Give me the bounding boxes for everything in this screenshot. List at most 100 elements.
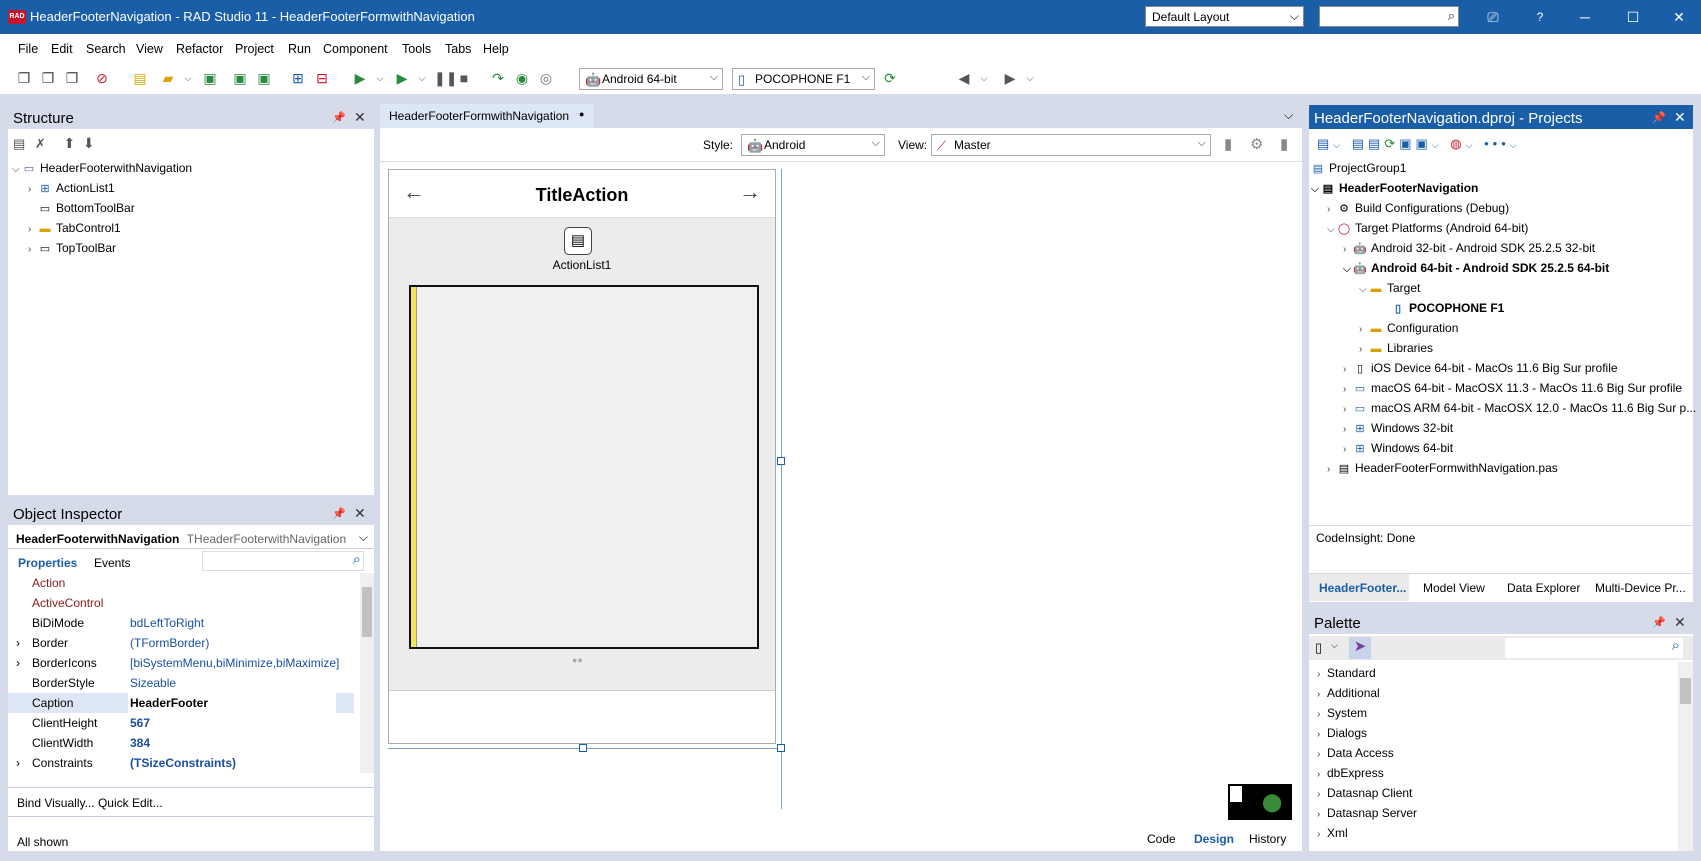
bind-visually-link[interactable]: Bind Visually... [17, 796, 95, 810]
quick-edit-link[interactable]: Quick Edit... [98, 796, 163, 810]
new-file-icon[interactable]: ▤ [132, 70, 148, 86]
delete-icon[interactable]: ✗ [35, 136, 46, 151]
move-up-icon[interactable]: ⬆ [63, 135, 75, 151]
build-icon[interactable]: ▣ [1416, 136, 1432, 151]
chevron-down-icon[interactable]: ⌵ [414, 70, 430, 86]
property-search-input[interactable]: ⌕ [202, 551, 364, 571]
form-canvas[interactable]: ← TitleAction → ▤ ActionList1 ●● [388, 169, 776, 744]
help-button[interactable]: ? [1525, 6, 1555, 28]
menu-file[interactable]: File [18, 42, 38, 56]
tab-design[interactable]: Design [1194, 832, 1234, 846]
menu-refactor[interactable]: Refactor [176, 42, 223, 56]
run-until-return-icon[interactable]: ◎ [538, 70, 554, 86]
pin-icon[interactable]: 📌 [1652, 111, 1666, 124]
pointer-icon[interactable]: ➤ [1349, 637, 1371, 659]
minimize-button[interactable]: ─ [1570, 6, 1600, 28]
stop-icon[interactable]: ⊘ [94, 70, 110, 86]
resize-handle[interactable] [777, 744, 785, 752]
trace-into-icon[interactable]: ◉ [514, 70, 530, 86]
project-tree-item[interactable]: › ⚙ Build Configurations (Debug) [1327, 200, 1509, 218]
property-row[interactable]: › Border (TFormBorder) [8, 633, 354, 653]
palette-item[interactable]: › Datasnap Server [1317, 805, 1417, 823]
project-tree-item[interactable]: ⌵ ◯ Target Platforms (Android 64-bit) [1327, 220, 1528, 238]
tab-data-explorer[interactable]: Data Explorer [1507, 581, 1580, 595]
target-icon[interactable]: ◍ [1450, 136, 1465, 151]
style-select[interactable]: 🤖 Android ⌵ [741, 134, 885, 156]
save-project-icon[interactable]: ▣ [256, 70, 272, 86]
more-icon[interactable]: ••• [1484, 136, 1510, 151]
tab-history[interactable]: History [1249, 832, 1286, 846]
tab-code[interactable]: Code [1147, 832, 1176, 846]
chevron-down-icon[interactable]: ⌵ [180, 70, 196, 86]
property-row[interactable]: BorderStyle Sizeable [8, 673, 354, 693]
project-tree-item[interactable]: ⌵ 🤖 Android 64-bit - Android SDK 25.2.5 64… [1343, 260, 1609, 278]
structure-item-actionlist[interactable]: › ⊞ ActionList1 [28, 180, 115, 198]
chevron-down-icon[interactable]: ⌵ [1022, 70, 1038, 86]
actionlist-component-icon[interactable]: ▤ [564, 227, 592, 255]
maximize-button[interactable]: ☐ [1618, 6, 1648, 28]
chevron-down-icon[interactable]: ⌵ [1284, 108, 1293, 123]
add-icon[interactable]: ▤ [1352, 136, 1368, 151]
resize-handle[interactable] [579, 744, 587, 752]
pin-icon[interactable]: 📌 [1652, 616, 1666, 629]
chevron-down-icon[interactable]: ⌵ [1331, 640, 1338, 651]
project-tree-item[interactable]: › ▯ iOS Device 64-bit - MacOs 11.6 Big Sur… [1343, 360, 1618, 378]
property-row[interactable]: ClientHeight 567 [8, 713, 354, 733]
refresh-icon[interactable]: ⟳ [1384, 136, 1399, 151]
tab-projects[interactable]: HeaderFooter... [1309, 574, 1409, 601]
project-tree-item[interactable]: › ▭ macOS 64-bit - MacOSX 11.3 - MacOs 11.… [1343, 380, 1682, 398]
pause-icon[interactable]: ❚❚ [434, 70, 457, 86]
project-tree-item[interactable]: › ▬ Configuration [1359, 320, 1458, 338]
tab-events[interactable]: Events [94, 556, 131, 570]
property-row-selected[interactable]: Caption HeaderFooter [8, 693, 354, 713]
palette-item[interactable]: › Standard [1317, 665, 1376, 683]
forward-arrow-icon[interactable]: → [739, 179, 761, 205]
menu-project[interactable]: Project [235, 42, 274, 56]
project-tree-item[interactable]: › 🤖 Android 32-bit - Android SDK 25.2.5 32… [1343, 240, 1595, 258]
menu-help[interactable]: Help [483, 42, 509, 56]
connect-icon[interactable]: ⚙ [1250, 135, 1263, 153]
palette-item[interactable]: › Datasnap Client [1317, 785, 1412, 803]
run-icon[interactable]: ▶ [352, 70, 368, 86]
palette-item[interactable]: › Dialogs [1317, 725, 1367, 743]
remove-icon[interactable]: ▤ [1368, 136, 1384, 151]
refresh-devices-icon[interactable]: ⟳ [882, 70, 898, 86]
pin-icon[interactable]: 📌 [332, 111, 346, 124]
property-row[interactable]: ActiveControl [8, 593, 354, 613]
bottom-toolbar[interactable] [389, 690, 775, 743]
project-tree-item[interactable]: ▤ ProjectGroup1 [1311, 160, 1407, 177]
project-tree-item[interactable]: › ⊞ Windows 64-bit [1343, 440, 1453, 458]
structure-item-toptoolbar[interactable]: › ▭ TopToolBar [28, 240, 116, 258]
new-folder-icon[interactable]: ▤ [13, 136, 25, 151]
project-tree-item[interactable]: › ▬ Libraries [1359, 340, 1433, 358]
project-tree-item[interactable]: ⌵ ▤ HeaderFooterNavigation [1311, 180, 1478, 198]
forward-arrow-icon[interactable]: ▶ [1002, 70, 1018, 86]
object-selector[interactable]: HeaderFooterwithNavigation THeaderFooter… [8, 527, 374, 549]
structure-item-bottomtoolbar[interactable]: ▭ BottomToolBar [28, 200, 135, 217]
property-row[interactable]: Action [8, 573, 354, 593]
menu-component[interactable]: Component [323, 42, 388, 56]
move-down-icon[interactable]: ⬇ [83, 135, 95, 151]
activate-icon[interactable]: ▤ [1317, 136, 1333, 151]
menu-edit[interactable]: Edit [51, 42, 73, 56]
device-icon[interactable]: ▮ [1280, 135, 1288, 153]
project-tree-item[interactable]: › ▭ macOS ARM 64-bit - MacOSX 12.0 - MacOs… [1343, 400, 1696, 418]
property-row[interactable]: BiDiMode bdLeftToRight [8, 613, 354, 633]
remove-file-icon[interactable]: ⊟ [314, 70, 330, 86]
property-row[interactable]: ClientWidth 384 [8, 733, 354, 753]
close-icon[interactable]: ✕ [1674, 109, 1686, 126]
palette-item[interactable]: › Data Access [1317, 745, 1394, 763]
resize-handle[interactable] [777, 457, 785, 465]
device-select[interactable]: ▯ POCOPHONE F1 ⌵ [732, 68, 875, 90]
project-tree-item[interactable]: › ▤ HeaderFooterFormwithNavigation.pas [1327, 460, 1558, 478]
menu-tools[interactable]: Tools [402, 42, 431, 56]
chevron-down-icon[interactable]: ⌵ [372, 70, 388, 86]
project-tree-item[interactable]: ⌵ ▬ Target [1359, 280, 1420, 298]
top-toolbar[interactable]: ← TitleAction → [389, 170, 775, 218]
back-arrow-icon[interactable]: ◀ [956, 70, 972, 86]
palette-search-input[interactable]: ⌕ [1505, 637, 1683, 658]
view-select[interactable]: ⟋ Master ⌵ [931, 134, 1211, 156]
layout-select[interactable]: Default Layout ⌵ [1145, 6, 1304, 27]
palette-scrollbar[interactable] [1678, 662, 1693, 851]
menu-run[interactable]: Run [288, 42, 311, 56]
